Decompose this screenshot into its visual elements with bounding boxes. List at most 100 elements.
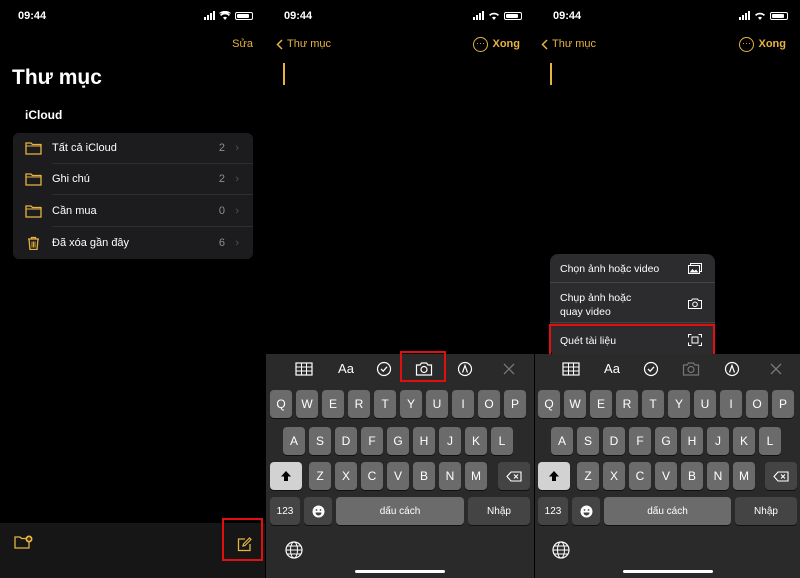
key-n[interactable]: N [707,462,729,490]
done-button[interactable]: Xong [759,38,787,50]
key-w[interactable]: W [296,390,318,418]
shift-key[interactable] [270,462,302,490]
key-g[interactable]: G [655,427,677,455]
key-l[interactable]: L [491,427,513,455]
folder-label: Đã xóa gần đây [52,237,130,249]
table-icon[interactable] [562,361,580,377]
key-h[interactable]: H [681,427,703,455]
back-button[interactable]: Thư mục [276,38,331,50]
globe-icon[interactable] [552,541,570,559]
shift-key[interactable] [538,462,570,490]
space-key[interactable]: dấu cách [604,497,731,525]
key-t[interactable]: T [374,390,396,418]
key-r[interactable]: R [348,390,370,418]
key-c[interactable]: C [629,462,651,490]
key-s[interactable]: S [309,427,331,455]
more-options-icon[interactable]: ··· [473,37,488,52]
key-p[interactable]: P [504,390,526,418]
key-q[interactable]: Q [538,390,560,418]
return-key[interactable]: Nhập [468,497,530,525]
key-j[interactable]: J [707,427,729,455]
menu-item-choose-photo[interactable]: Chọn ảnh hoặc video [550,254,715,283]
folder-row-to-buy[interactable]: Cần mua 0 › [13,196,253,227]
keyboard: Q W E R T Y U I O P A S D F G H J K L Z … [266,384,534,578]
emoji-icon [312,505,324,517]
key-x[interactable]: X [335,462,357,490]
globe-icon[interactable] [285,541,303,559]
backspace-key[interactable] [765,462,797,490]
key-o[interactable]: O [478,390,500,418]
key-s[interactable]: S [577,427,599,455]
back-button[interactable]: Thư mục [541,38,596,50]
more-options-icon[interactable]: ··· [739,37,754,52]
key-k[interactable]: K [465,427,487,455]
key-u[interactable]: U [694,390,716,418]
chevron-right-icon: › [235,205,239,217]
markup-icon[interactable] [456,361,474,377]
markup-icon[interactable] [723,361,741,377]
key-z[interactable]: Z [309,462,331,490]
close-icon[interactable] [767,361,785,377]
key-m[interactable]: M [465,462,487,490]
status-bar: 09:44 [0,8,265,26]
key-b[interactable]: B [681,462,703,490]
key-n[interactable]: N [439,462,461,490]
key-o[interactable]: O [746,390,768,418]
key-t[interactable]: T [642,390,664,418]
text-format-icon[interactable]: Aa [601,361,623,377]
key-m[interactable]: M [733,462,755,490]
table-icon[interactable] [295,361,313,377]
key-a[interactable]: A [283,427,305,455]
key-e[interactable]: E [590,390,612,418]
key-f[interactable]: F [629,427,651,455]
key-d[interactable]: D [335,427,357,455]
key-v[interactable]: V [655,462,677,490]
key-d[interactable]: D [603,427,625,455]
key-f[interactable]: F [361,427,383,455]
key-y[interactable]: Y [668,390,690,418]
close-icon[interactable] [500,361,518,377]
key-g[interactable]: G [387,427,409,455]
emoji-key[interactable] [572,497,600,525]
key-z[interactable]: Z [577,462,599,490]
checklist-icon[interactable] [375,361,393,377]
checklist-icon[interactable] [642,361,660,377]
folder-row-notes[interactable]: Ghi chú 2 › [13,164,253,195]
numbers-key[interactable]: 123 [538,497,568,525]
folder-icon [25,142,42,155]
status-bar: 09:44 [266,8,534,26]
key-i[interactable]: I [452,390,474,418]
camera-icon[interactable] [682,361,700,377]
key-a[interactable]: A [551,427,573,455]
space-key[interactable]: dấu cách [336,497,464,525]
key-e[interactable]: E [322,390,344,418]
key-j[interactable]: J [439,427,461,455]
emoji-key[interactable] [304,497,332,525]
key-q[interactable]: Q [270,390,292,418]
key-l[interactable]: L [759,427,781,455]
key-w[interactable]: W [564,390,586,418]
key-u[interactable]: U [426,390,448,418]
key-c[interactable]: C [361,462,383,490]
folder-row-all-icloud[interactable]: Tất cả iCloud 2 › [13,133,253,164]
key-y[interactable]: Y [400,390,422,418]
key-p[interactable]: P [772,390,794,418]
key-r[interactable]: R [616,390,638,418]
key-b[interactable]: B [413,462,435,490]
numbers-key[interactable]: 123 [270,497,300,525]
menu-item-take-photo[interactable]: Chụp ảnh hoặc quay video [550,284,715,323]
wifi-icon [489,12,499,20]
done-button[interactable]: Xong [493,38,521,50]
key-h[interactable]: H [413,427,435,455]
key-k[interactable]: K [733,427,755,455]
edit-button[interactable]: Sửa [232,38,253,50]
backspace-key[interactable] [498,462,530,490]
text-format-icon[interactable]: Aa [335,361,357,377]
folder-label: Cần mua [52,205,97,217]
return-key[interactable]: Nhập [735,497,797,525]
key-v[interactable]: V [387,462,409,490]
key-i[interactable]: I [720,390,742,418]
folder-row-recently-deleted[interactable]: Đã xóa gần đây 6 › [13,228,253,259]
new-folder-icon[interactable] [14,535,34,550]
key-x[interactable]: X [603,462,625,490]
